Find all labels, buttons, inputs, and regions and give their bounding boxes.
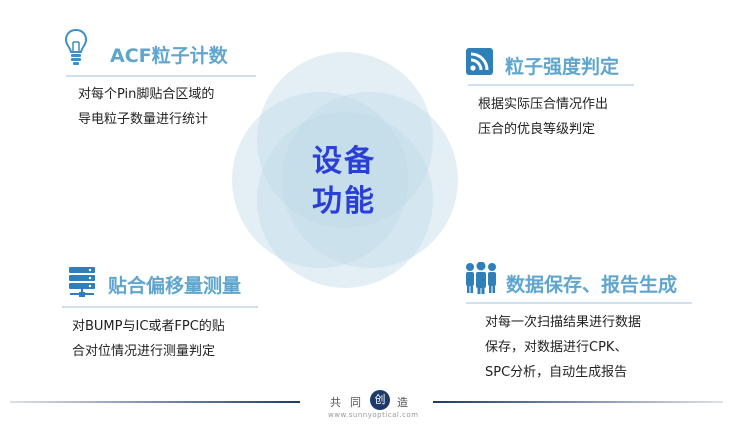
divider-acf [66,75,256,77]
people-group-icon [466,262,496,294]
feature-desc-acf-line2: 导电粒子数量进行统计 [78,112,209,127]
feature-title-offset: 贴合偏移量测量 [108,275,242,297]
feature-desc-report-line1: 对每一次扫描结果进行数据 [485,315,642,330]
feature-desc-strength: 根据实际压合情况作出 压合的优良等级判定 [478,92,608,142]
divider-report [466,302,692,304]
footer-char-2: 同 [350,396,361,409]
center-title: 设备 功能 [296,142,392,222]
feature-desc-report: 对每一次扫描结果进行数据 保存，对数据进行CPK、 SPC分析，自动生成报告 [485,310,641,385]
divider-strength [468,84,634,86]
feature-title-acf: ACF粒子计数 [110,45,228,67]
footer-char-4: 造 [397,396,408,409]
center-title-line1: 设备 [312,144,376,179]
footer-char-1: 共 [330,396,341,409]
feature-title-report: 数据保存、报告生成 [506,274,678,296]
rss-feed-icon [466,48,493,75]
feature-desc-report-line2: 保存，对数据进行CPK、 [485,340,628,355]
feature-desc-report-line3: SPC分析，自动生成报告 [485,365,628,380]
feature-desc-acf-line1: 对每个Pin脚贴合区域的 [78,87,215,102]
divider-offset [62,306,258,308]
feature-desc-offset-line2: 合对位情况进行测量判定 [72,344,216,359]
slide: 设备 功能 ACF粒子计数 对每个Pin脚贴合区域的 导电粒子数量进行统计 粒子… [0,0,738,443]
feature-desc-strength-line2: 压合的优良等级判定 [478,122,596,137]
lightbulb-icon [64,28,88,65]
footer-line-right [433,401,723,403]
feature-desc-offset-line1: 对BUMP与IC或者FPC的贴 [72,319,225,334]
feature-title-strength: 粒子强度判定 [505,56,620,78]
footer-url: www.sunnyoptical.com [328,411,419,419]
server-network-icon [69,267,95,297]
footer-badge: 创 [370,390,390,410]
feature-desc-strength-line1: 根据实际压合情况作出 [478,97,609,112]
footer-line-left [10,401,300,403]
center-title-line2: 功能 [312,184,376,219]
feature-desc-offset: 对BUMP与IC或者FPC的贴 合对位情况进行测量判定 [72,314,225,364]
feature-desc-acf: 对每个Pin脚贴合区域的 导电粒子数量进行统计 [78,82,214,132]
